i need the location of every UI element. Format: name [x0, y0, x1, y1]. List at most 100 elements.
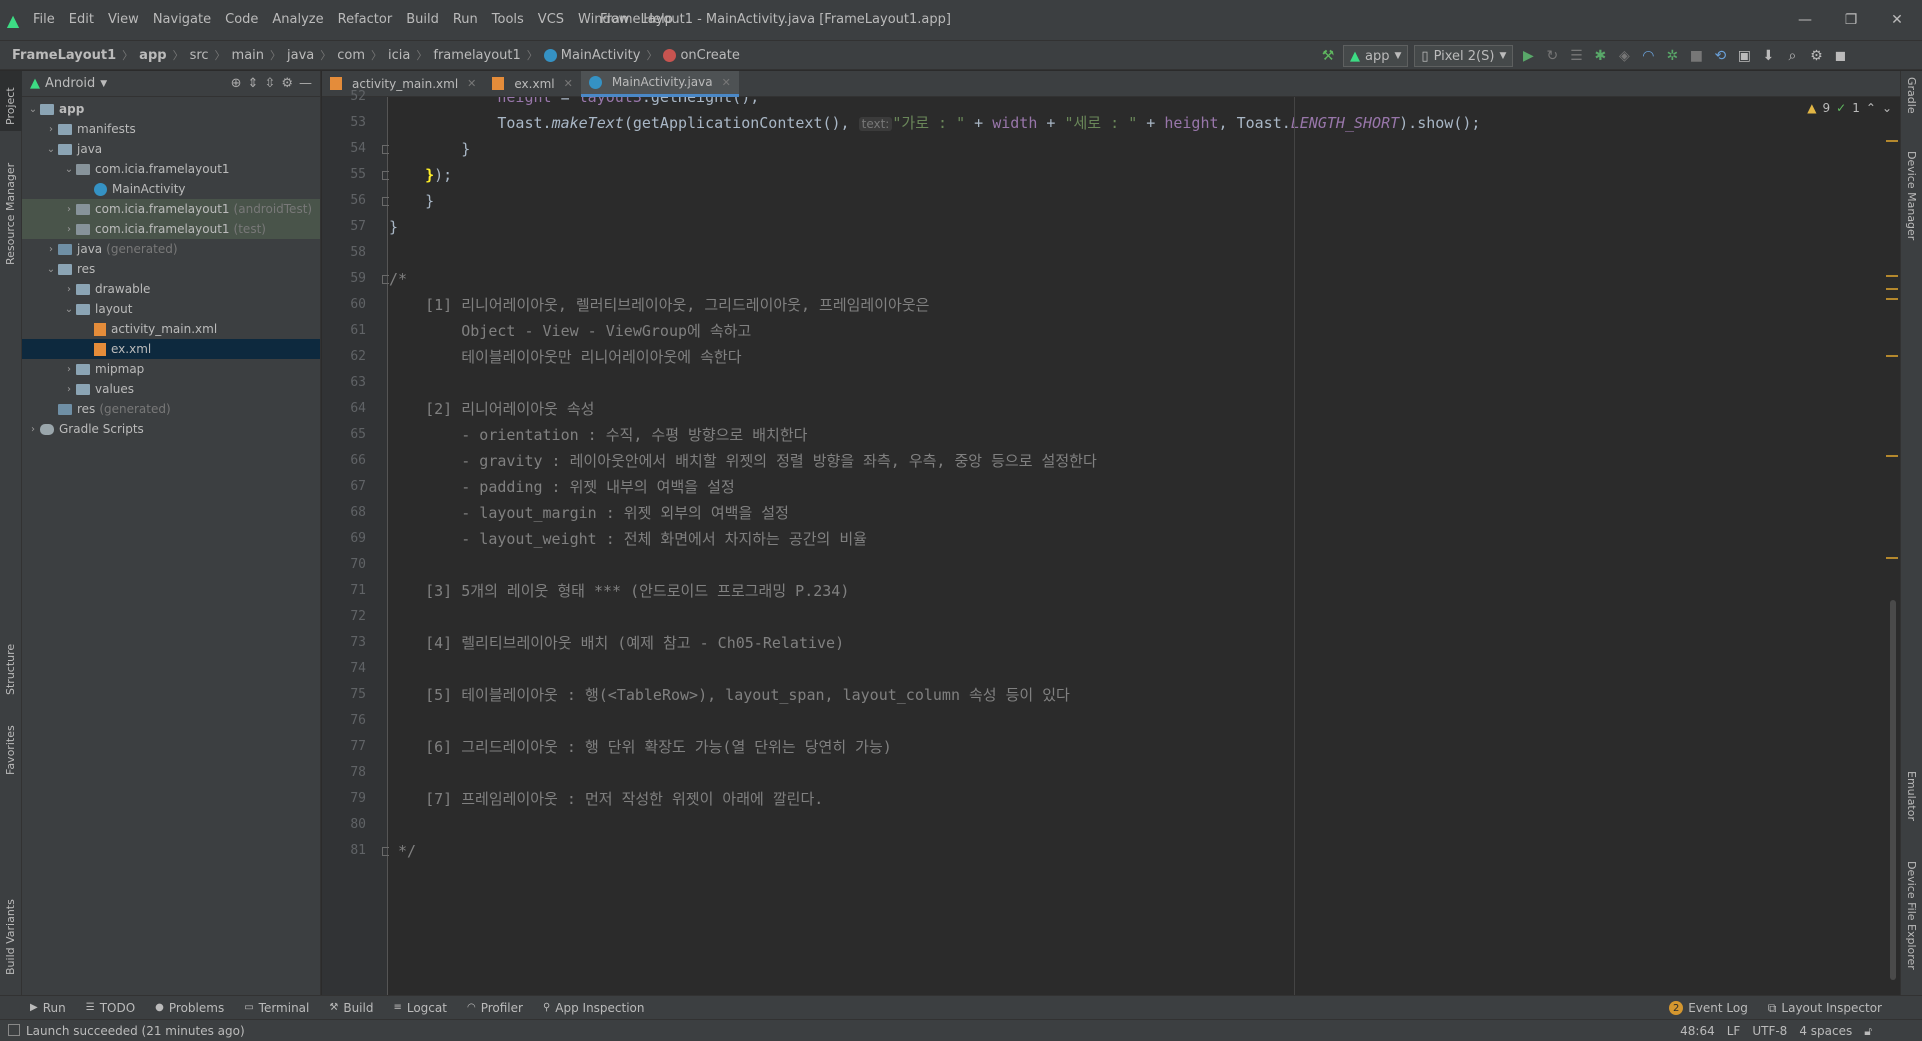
lock-icon[interactable]: 🔓︎	[1864, 1024, 1872, 1039]
tree-item[interactable]: › values	[22, 379, 320, 399]
caret-position[interactable]: 48:64	[1680, 1024, 1715, 1038]
chevron-down-icon[interactable]: ⌄	[44, 144, 58, 155]
line-separator[interactable]: LF	[1727, 1024, 1741, 1038]
menu-file[interactable]: File	[26, 0, 62, 40]
tool-window-resource-manager[interactable]: Resource Manager	[0, 141, 22, 271]
profile-icon[interactable]: ◠	[1636, 44, 1660, 68]
tree-item[interactable]: activity_main.xml	[22, 319, 320, 339]
menu-run[interactable]: Run	[446, 0, 485, 40]
chevron-right-icon[interactable]: ›	[44, 124, 58, 135]
collapse-all-icon[interactable]: ⇳	[264, 76, 275, 91]
breadcrumb-item[interactable]: icia	[384, 48, 414, 63]
debug-icon[interactable]: ✱	[1588, 44, 1612, 68]
restore-button[interactable]: ❐	[1828, 0, 1874, 40]
hammer-icon[interactable]: ⚒	[1316, 44, 1340, 68]
breadcrumb-item[interactable]: main	[228, 48, 268, 63]
warning-marker[interactable]	[1886, 355, 1898, 357]
tool-window-profiler[interactable]: ◠ Profiler	[457, 1001, 533, 1015]
tree-item[interactable]: ⌄ layout	[22, 299, 320, 319]
tool-window-app-inspection[interactable]: ⚲ App Inspection	[533, 1001, 655, 1015]
tree-item[interactable]: › java (generated)	[22, 239, 320, 259]
device-manager-icon[interactable]: ▣	[1732, 44, 1756, 68]
stop-icon[interactable]: ■	[1684, 44, 1708, 68]
warning-marker[interactable]	[1886, 275, 1898, 277]
event-log-button[interactable]: 2 Event Log	[1659, 1001, 1758, 1015]
chevron-down-icon[interactable]: ⌄	[62, 164, 76, 175]
search-icon[interactable]: ⌕	[1780, 44, 1804, 68]
indent-setting[interactable]: 4 spaces	[1799, 1024, 1852, 1038]
tool-window-structure[interactable]: Structure	[0, 631, 22, 701]
hide-icon[interactable]: —	[299, 76, 312, 91]
warning-marker[interactable]	[1886, 140, 1898, 142]
menu-vcs[interactable]: VCS	[531, 0, 571, 40]
chevron-right-icon[interactable]: ›	[62, 364, 76, 375]
breadcrumb-item[interactable]: com	[333, 48, 369, 63]
chevron-down-icon[interactable]: ⌄	[44, 264, 58, 275]
tree-item[interactable]: ex.xml	[22, 339, 320, 359]
chevron-up-icon[interactable]: ⌃	[1866, 101, 1876, 115]
editor-tab[interactable]: ex.xml ✕	[484, 71, 580, 97]
chevron-right-icon[interactable]: ›	[62, 284, 76, 295]
rerun-icon[interactable]: ↻	[1540, 44, 1564, 68]
menu-view[interactable]: View	[101, 0, 146, 40]
tool-window-gradle[interactable]: Gradle	[1901, 77, 1922, 137]
chevron-right-icon[interactable]: ›	[62, 224, 76, 235]
warning-marker[interactable]	[1886, 557, 1898, 559]
tool-window-build[interactable]: ⚒ Build	[319, 1001, 383, 1015]
chevron-right-icon[interactable]: ›	[44, 244, 58, 255]
chevron-right-icon[interactable]: ›	[62, 384, 76, 395]
tree-item[interactable]: › Gradle Scripts	[22, 419, 320, 439]
device-select[interactable]: ▯ Pixel 2(S) ▼	[1414, 45, 1514, 67]
warning-marker[interactable]	[1886, 455, 1898, 457]
coverage-icon[interactable]: ☰	[1564, 44, 1588, 68]
tool-window-device-manager[interactable]: Device Manager	[1901, 151, 1922, 261]
tree-item[interactable]: › mipmap	[22, 359, 320, 379]
close-button[interactable]: ✕	[1874, 0, 1920, 40]
tool-window-terminal[interactable]: ▭ Terminal	[234, 1001, 319, 1015]
chevron-down-icon[interactable]: ⌄	[1882, 101, 1892, 115]
menu-edit[interactable]: Edit	[62, 0, 101, 40]
chevron-right-icon[interactable]: ›	[26, 424, 40, 435]
run-config-select[interactable]: ▲ app ▼	[1343, 45, 1409, 67]
tree-item[interactable]: ⌄ java	[22, 139, 320, 159]
tree-item[interactable]: ⌄ res	[22, 259, 320, 279]
close-tab-icon[interactable]: ✕	[722, 76, 731, 89]
locate-icon[interactable]: ⊕	[231, 76, 242, 91]
breadcrumb-item[interactable]: java	[283, 48, 318, 63]
editor-scrollbar[interactable]	[1890, 600, 1896, 980]
project-view-select[interactable]: ▲ Android ▼	[30, 76, 107, 91]
account-icon[interactable]: ◼	[1828, 44, 1852, 68]
toggle-tool-windows-icon[interactable]	[8, 1024, 20, 1036]
menu-code[interactable]: Code	[218, 0, 265, 40]
tree-item[interactable]: › com.icia.framelayout1 (test)	[22, 219, 320, 239]
close-tab-icon[interactable]: ✕	[467, 77, 476, 90]
warning-marker[interactable]	[1886, 298, 1898, 300]
breadcrumb-item[interactable]: onCreate	[659, 48, 743, 63]
file-encoding[interactable]: UTF-8	[1752, 1024, 1787, 1038]
attach-icon[interactable]: ◈	[1612, 44, 1636, 68]
sync-icon[interactable]: ⟲	[1708, 44, 1732, 68]
tool-window-emulator[interactable]: Emulator	[1901, 771, 1922, 841]
run-icon[interactable]: ▶	[1516, 44, 1540, 68]
inspection-widget[interactable]: ▲ 9 ✓ 1 ⌃ ⌄	[1799, 97, 1900, 119]
breadcrumb-item[interactable]: src	[186, 48, 213, 63]
chevron-down-icon[interactable]: ⌄	[26, 104, 40, 115]
menu-analyze[interactable]: Analyze	[265, 0, 330, 40]
attach-debugger-icon[interactable]: ✲	[1660, 44, 1684, 68]
warning-marker[interactable]	[1886, 288, 1898, 290]
sdk-manager-icon[interactable]: ⬇	[1756, 44, 1780, 68]
tool-window-problems[interactable]: ● Problems	[145, 1001, 234, 1015]
tree-item[interactable]: › drawable	[22, 279, 320, 299]
close-tab-icon[interactable]: ✕	[564, 77, 573, 90]
tree-item[interactable]: ⌄ com.icia.framelayout1	[22, 159, 320, 179]
tool-window-build-variants[interactable]: Build Variants	[0, 891, 22, 981]
tool-window-favorites[interactable]: Favorites	[0, 711, 22, 781]
chevron-down-icon[interactable]: ⌄	[62, 304, 76, 315]
menu-tools[interactable]: Tools	[485, 0, 531, 40]
gear-icon[interactable]: ⚙	[1804, 44, 1828, 68]
menu-navigate[interactable]: Navigate	[146, 0, 218, 40]
menu-refactor[interactable]: Refactor	[331, 0, 400, 40]
expand-all-icon[interactable]: ⇕	[248, 76, 259, 91]
code-editor[interactable]: ▲ 9 ✓ 1 ⌃ ⌄ height = layout3.getHeight(); …	[389, 97, 1900, 995]
gear-icon[interactable]: ⚙	[281, 76, 293, 91]
